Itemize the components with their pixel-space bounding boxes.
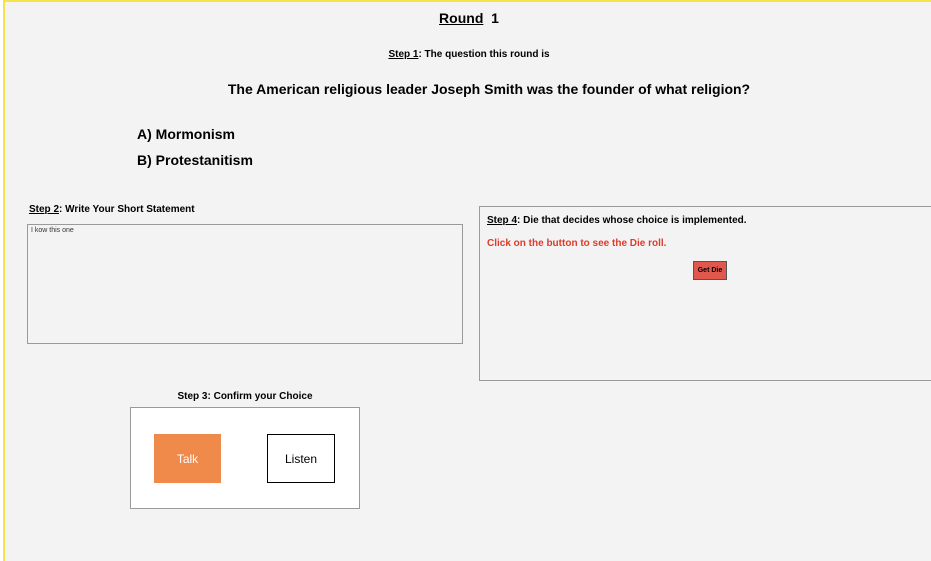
listen-button[interactable]: Listen <box>267 434 335 483</box>
option-b: B) Protestanitism <box>137 152 253 168</box>
talk-button[interactable]: Talk <box>154 434 221 483</box>
question-text: The American religious leader Joseph Smi… <box>227 81 751 97</box>
step2-text: : Write Your Short Statement <box>59 204 195 215</box>
choice-panel: Talk Listen <box>130 407 360 509</box>
die-instruction: Click on the button to see the Die roll. <box>487 238 667 249</box>
round-label: Round <box>439 10 484 26</box>
statement-textarea[interactable]: I kow this one <box>27 224 463 344</box>
step1-text: : The question this round is <box>418 49 550 60</box>
step4-text: : Die that decides whose choice is imple… <box>517 215 747 226</box>
option-a: A) Mormonism <box>137 126 235 142</box>
game-panel: Round 1 Step 1: The question this round … <box>3 0 931 561</box>
step2-heading: Step 2: Write Your Short Statement <box>29 204 195 215</box>
step4-heading: Step 4: Die that decides whose choice is… <box>487 215 747 226</box>
round-number: 1 <box>491 10 499 26</box>
die-panel: Step 4: Die that decides whose choice is… <box>479 206 931 381</box>
step1-heading: Step 1: The question this round is <box>5 49 931 60</box>
step2-label: Step 2 <box>29 204 60 215</box>
round-title: Round 1 <box>5 10 931 26</box>
step1-label: Step 1 <box>388 49 419 60</box>
get-die-button[interactable]: Get Die <box>693 261 727 280</box>
step4-label: Step 4 <box>487 215 518 226</box>
step3-heading: Step 3: Confirm your Choice <box>177 391 313 402</box>
